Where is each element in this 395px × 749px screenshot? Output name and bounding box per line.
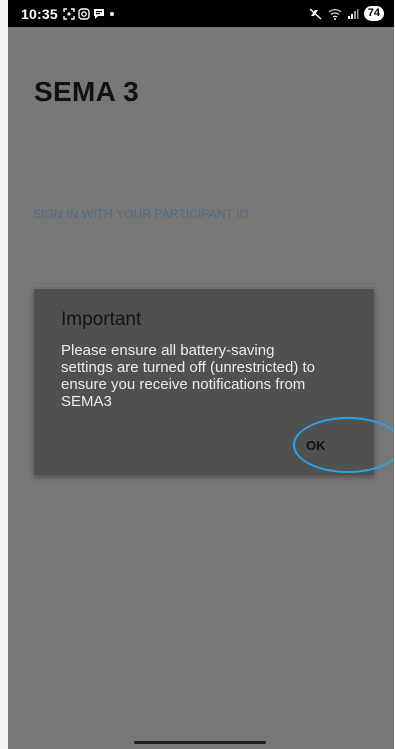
important-dialog: Important Please ensure all battery-savi… bbox=[34, 289, 394, 475]
instagram-icon bbox=[78, 7, 90, 20]
ok-button[interactable]: OK bbox=[306, 438, 326, 453]
status-bar-left: 10:35 bbox=[21, 6, 116, 22]
status-bar: 10:35 74 bbox=[8, 0, 394, 27]
dialog-title: Important bbox=[61, 309, 142, 330]
status-bar-right: 74 bbox=[309, 6, 384, 21]
screenshot-icon bbox=[63, 7, 75, 20]
phone-screen: 10:35 74 SEMA 3 SIGN IN WITH YOUR PARTIC… bbox=[8, 0, 394, 749]
app-title: SEMA 3 bbox=[34, 76, 140, 107]
notification-icons bbox=[63, 7, 116, 20]
status-time: 10:35 bbox=[21, 5, 58, 22]
signal-icon bbox=[347, 8, 359, 19]
dialog-message: Please ensure all battery-saving setting… bbox=[61, 342, 316, 410]
participant-id-input-underline bbox=[33, 283, 376, 284]
messaging-icon bbox=[93, 8, 104, 19]
sign-in-participant-id-link[interactable]: SIGN IN WITH YOUR PARTICIPANT ID bbox=[33, 207, 248, 221]
wifi-icon bbox=[328, 8, 342, 20]
dot-icon bbox=[109, 11, 114, 16]
home-indicator[interactable] bbox=[134, 741, 266, 744]
mute-icon bbox=[309, 7, 322, 20]
battery-icon: 74 bbox=[363, 6, 384, 21]
